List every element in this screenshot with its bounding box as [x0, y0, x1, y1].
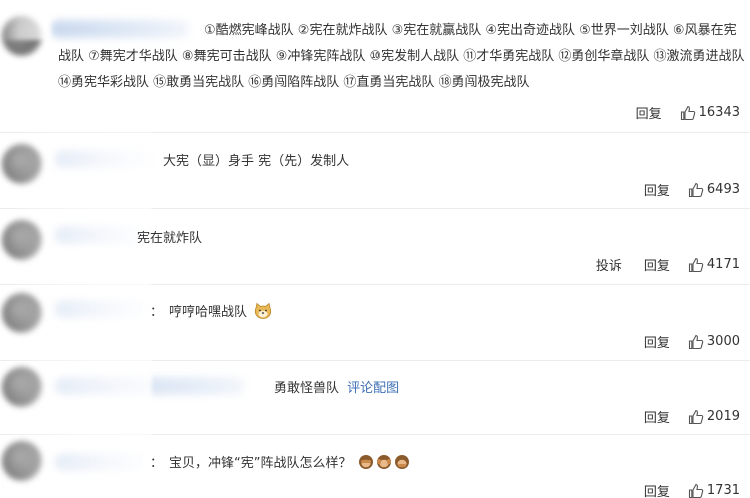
- comment-item: 宪在就炸队 投诉 回复 4171: [0, 209, 750, 285]
- like-count: 2019: [706, 409, 740, 424]
- blur-mask: [0, 435, 152, 498]
- like-count: 16343: [698, 105, 740, 120]
- reply-button[interactable]: 回复: [644, 407, 670, 426]
- blur-mask: [0, 285, 152, 361]
- comment-item: 大宪（显）身手 宪（先）发制人 回复 6493: [0, 133, 750, 209]
- comment-text: 宪在就炸队: [137, 231, 203, 246]
- like-count: 4171: [706, 257, 740, 272]
- comment-prefix: ：: [150, 305, 164, 320]
- like-count: 3000: [706, 334, 740, 349]
- comment-actions: 投诉 回复 4171: [574, 255, 740, 274]
- comment-item: ①酷燃宪峰战队 ②宪在就炸战队 ③宪在就赢战队 ④宪出奇迹战队 ⑤世界一刘战队 …: [0, 0, 750, 133]
- like-button[interactable]: 6493: [688, 182, 740, 198]
- like-button[interactable]: 2019: [688, 409, 740, 425]
- reply-button[interactable]: 回复: [636, 103, 662, 122]
- thumbs-up-icon: [688, 257, 704, 272]
- reply-button[interactable]: 回复: [644, 481, 670, 498]
- comment-text: ： 宝贝，冲锋“宪”阵战队怎么样？: [150, 452, 410, 471]
- comment-body: 宝贝，冲锋“宪”阵战队怎么样？: [169, 456, 352, 471]
- comment-actions: 回复 6493: [622, 180, 740, 199]
- comment-actions: 回复 3000: [622, 332, 740, 351]
- comment-text: ①酷燃宪峰战队 ②宪在就炸战队 ③宪在就赢战队 ④宪出奇迹战队 ⑤世界一刘战队 …: [58, 23, 745, 90]
- comment-item: ： 宝贝，冲锋“宪”阵战队怎么样？ 回复 1731: [0, 435, 750, 498]
- blur-mask: [0, 133, 152, 209]
- thumbs-up-icon: [688, 409, 704, 424]
- thumbs-up-icon: [688, 182, 704, 197]
- comment-prefix: ：: [150, 456, 164, 471]
- comment-text: 勇敢怪兽队 评论配图: [274, 377, 399, 396]
- blur-mask: [0, 0, 50, 40]
- thumbs-up-icon: [688, 483, 704, 498]
- comment-body: 哼哼哈嘿战队: [169, 305, 248, 320]
- comment-body: 勇敢怪兽队: [274, 381, 340, 396]
- comment-text: ： 哼哼哈嘿战队: [150, 301, 272, 320]
- reply-button[interactable]: 回复: [644, 332, 670, 351]
- like-count: 6493: [706, 182, 740, 197]
- blur-mask: [0, 209, 150, 285]
- monkey-emoji-icon: [358, 455, 373, 469]
- blur-mask: [0, 361, 152, 435]
- like-button[interactable]: 1731: [688, 483, 740, 498]
- like-button[interactable]: 3000: [688, 334, 740, 350]
- reply-button[interactable]: 回复: [644, 255, 670, 274]
- thumbs-up-icon: [680, 105, 695, 120]
- like-button[interactable]: 4171: [688, 257, 740, 273]
- like-count: 1731: [706, 483, 740, 498]
- report-button[interactable]: 投诉: [596, 255, 622, 274]
- comment-image-link[interactable]: 评论配图: [347, 381, 399, 396]
- comment-item: ： 哼哼哈嘿战队 回复 3000: [0, 285, 750, 361]
- comment-actions: 回复 2019: [622, 407, 740, 426]
- monkey-emoji-icon: [376, 455, 391, 469]
- like-button[interactable]: 16343: [680, 105, 740, 121]
- doge-emoji-icon: [255, 302, 272, 319]
- thumbs-up-icon: [688, 334, 704, 349]
- comment-item: 勇敢怪兽队 评论配图 回复 2019: [0, 361, 750, 435]
- comment-actions: 回复 16343: [614, 103, 740, 122]
- reply-button[interactable]: 回复: [644, 180, 670, 199]
- comment-actions: 回复 1731: [622, 481, 740, 498]
- monkey-emoji-icon: [394, 455, 409, 469]
- comment-text: 大宪（显）身手 宪（先）发制人: [163, 154, 350, 169]
